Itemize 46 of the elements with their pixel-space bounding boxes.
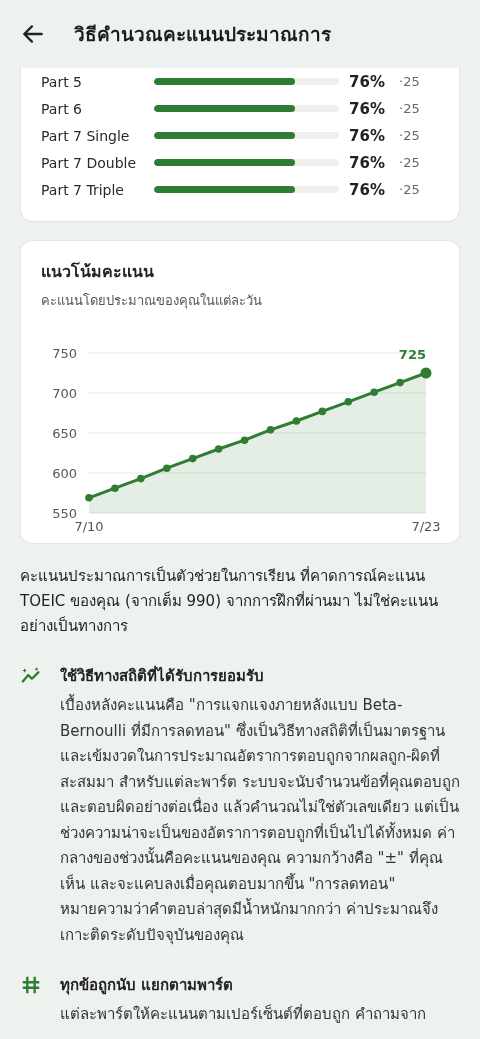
x-tick-label: 7/10 [74,519,104,534]
latest-value-label: 725 [398,347,426,362]
data-point [214,445,223,453]
part-name: Part 7 Double [41,154,138,171]
question-count: ·25 [399,182,421,197]
data-point [420,367,432,379]
y-tick-label: 700 [52,386,77,401]
y-tick-label: 600 [52,466,77,481]
data-point [240,436,249,444]
intro-paragraph: คะแนนประมาณการเป็นตัวช่วยในการเรียน ที่คาดการณ์คะแนน TOEIC ของคุณ (จากเต็ม 990) จากการฝึกที่ผ่านมา ไม่ใช่คะแนนอย่างเป็นทางการ [20,565,439,637]
percent-value: 76% [348,72,386,91]
part-name: Part 5 [41,73,83,90]
section-paragraph: แต่ละพาร์ตให้คะแนนตามเปอร์เซ็นต์ที่ตอบถูก คำถามจาก [60,1003,427,1025]
section-title: ใช้วิธีทางสถิติที่ได้รับการยอมรับ [60,664,265,687]
data-point [266,426,275,434]
y-tick-label: 650 [52,426,77,441]
percent-value: 76% [348,99,386,118]
percent-value: 76% [348,153,386,172]
card-title: แนวโน้มคะแนน [41,261,155,283]
part-name: Part 7 Single [41,127,131,144]
question-count: ·25 [399,155,421,170]
y-tick-label: 750 [52,346,77,361]
question-count: ·25 [399,128,421,143]
question-count: ·25 [399,101,421,116]
data-point [111,484,119,492]
part-name: Part 6 [41,100,83,117]
data-point [188,454,197,463]
section-title: ทุกข้อถูกนับ แยกตามพาร์ต [60,975,235,997]
part-name: Part 7 Triple [41,181,125,198]
hash-icon [20,974,42,996]
card-subtitle: คะแนนโดยประมาณของคุณในแต่ละวัน [41,292,263,311]
data-point [396,378,404,387]
data-point [318,407,327,416]
question-count: ·25 [399,74,421,89]
data-point [344,398,353,406]
data-point [85,494,93,502]
percent-value: 76% [348,180,386,199]
y-tick-label: 550 [52,506,77,521]
data-point [292,417,301,425]
x-tick-label: 7/23 [411,519,441,534]
data-point [370,388,378,396]
section-paragraph: เบื้องหลังคะแนนคือ "การแจกแจงภายหลังแบบ Beta-Bernoulli ที่มีการลดทอน" ซึ่งเป็นวิธีทางสถิติที่เป็นมาตรฐานและเข้มงวดในการประมาณอัตราการตอบถูกจากผลถูก-ผิดที่สะสมมา สำหรับแต่ละพาร์ต ระบบจะนับจำนวนข้อที่คุณตอบถูกและตอบผิดอย่างต่อเนื่อง แล้วคำนวณไม่ใช่ตัวเลขเดียว แต่เป็นช่วงความน่าจะเป็นของอัตราการตอบถูกที่เป็นไปได้ทั้งหมด ค่ากลางของช่วงนั้นคือคะแนนของคุณ ความกว้างคือ "±" ที่คุณเห็น และจะแคบลงเมื่อคุณตอบมากขึ้น "การลดทอน" หมายความว่าคำตอบล่าสุดมีน้ำหนักมากกว่า ค่าประมาณจึงเกาะติดระดับปัจจุบันของคุณ [60,693,460,947]
data-point [162,464,171,472]
percent-value: 76% [348,126,386,145]
page-title: วิธีคำนวณคะแนนประมาณการ [74,22,331,47]
data-point [137,474,145,483]
